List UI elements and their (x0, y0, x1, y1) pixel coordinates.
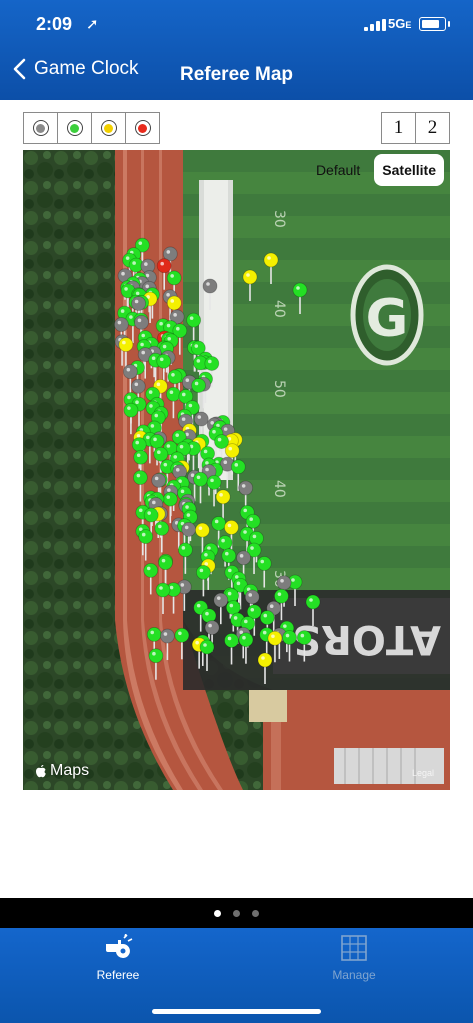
clipboard-grid-icon (341, 935, 367, 961)
tab-manage[interactable]: Manage (294, 934, 414, 994)
map-type-default[interactable]: Default (308, 154, 368, 186)
apple-icon (36, 764, 46, 778)
filter-green-button[interactable] (58, 112, 92, 144)
battery-icon (419, 17, 450, 31)
tab-referee-label: Referee (96, 968, 140, 982)
back-button-label: Game Clock (34, 58, 139, 79)
top-bar: 2:09 ➚ 5GE Game Clock Referee Map (0, 0, 473, 100)
page-dot-3[interactable] (252, 909, 259, 917)
satellite-map[interactable]: 30 40 50 40 30 G ATORS Default Satellite… (23, 150, 450, 790)
pin-color-filters (23, 112, 160, 144)
svg-text:G: G (366, 289, 409, 349)
filter-yellow-button[interactable] (92, 112, 126, 144)
apple-maps-logo: Maps (35, 762, 89, 780)
home-indicator (152, 1009, 321, 1014)
red-dot-icon (134, 120, 151, 136)
network-type: 5GE (388, 16, 412, 31)
period-2-button[interactable]: 2 (416, 112, 450, 144)
svg-text:30: 30 (271, 210, 287, 228)
filter-gray-button[interactable] (23, 112, 58, 144)
period-selector: 1 2 (381, 112, 450, 144)
status-bar: 2:09 ➚ 5GE (0, 0, 473, 46)
signal-bars-icon (364, 19, 386, 31)
period-1-button[interactable]: 1 (381, 112, 416, 144)
whistle-icon (106, 934, 133, 958)
svg-text:ATORS: ATORS (292, 616, 441, 662)
tab-manage-label: Manage (332, 968, 376, 982)
back-button[interactable]: Game Clock (12, 58, 139, 80)
map-imagery: 30 40 50 40 30 G ATORS (23, 150, 450, 790)
page-dot-2[interactable] (233, 909, 240, 917)
chevron-left-icon (13, 58, 26, 80)
legal-link[interactable]: Legal (412, 768, 434, 778)
filter-red-button[interactable] (126, 112, 160, 144)
tab-referee[interactable]: Referee (58, 934, 178, 994)
green-dot-icon (66, 120, 83, 136)
location-arrow-icon: ➚ (86, 16, 99, 33)
gray-dot-icon (32, 120, 49, 136)
svg-text:50: 50 (271, 380, 287, 398)
page-dot-1[interactable] (214, 909, 221, 917)
navigation-bar: Game Clock Referee Map (0, 56, 473, 96)
yellow-dot-icon (100, 120, 117, 136)
map-type-satellite[interactable]: Satellite (374, 154, 444, 186)
map-type-toggle: Default Satellite (308, 154, 444, 186)
svg-text:40: 40 (271, 300, 287, 318)
maps-attribution: Maps (50, 762, 90, 779)
svg-text:40: 40 (271, 480, 287, 498)
page-title: Referee Map (180, 64, 293, 85)
status-time: 2:09 (36, 14, 73, 34)
page-indicator (0, 898, 473, 928)
